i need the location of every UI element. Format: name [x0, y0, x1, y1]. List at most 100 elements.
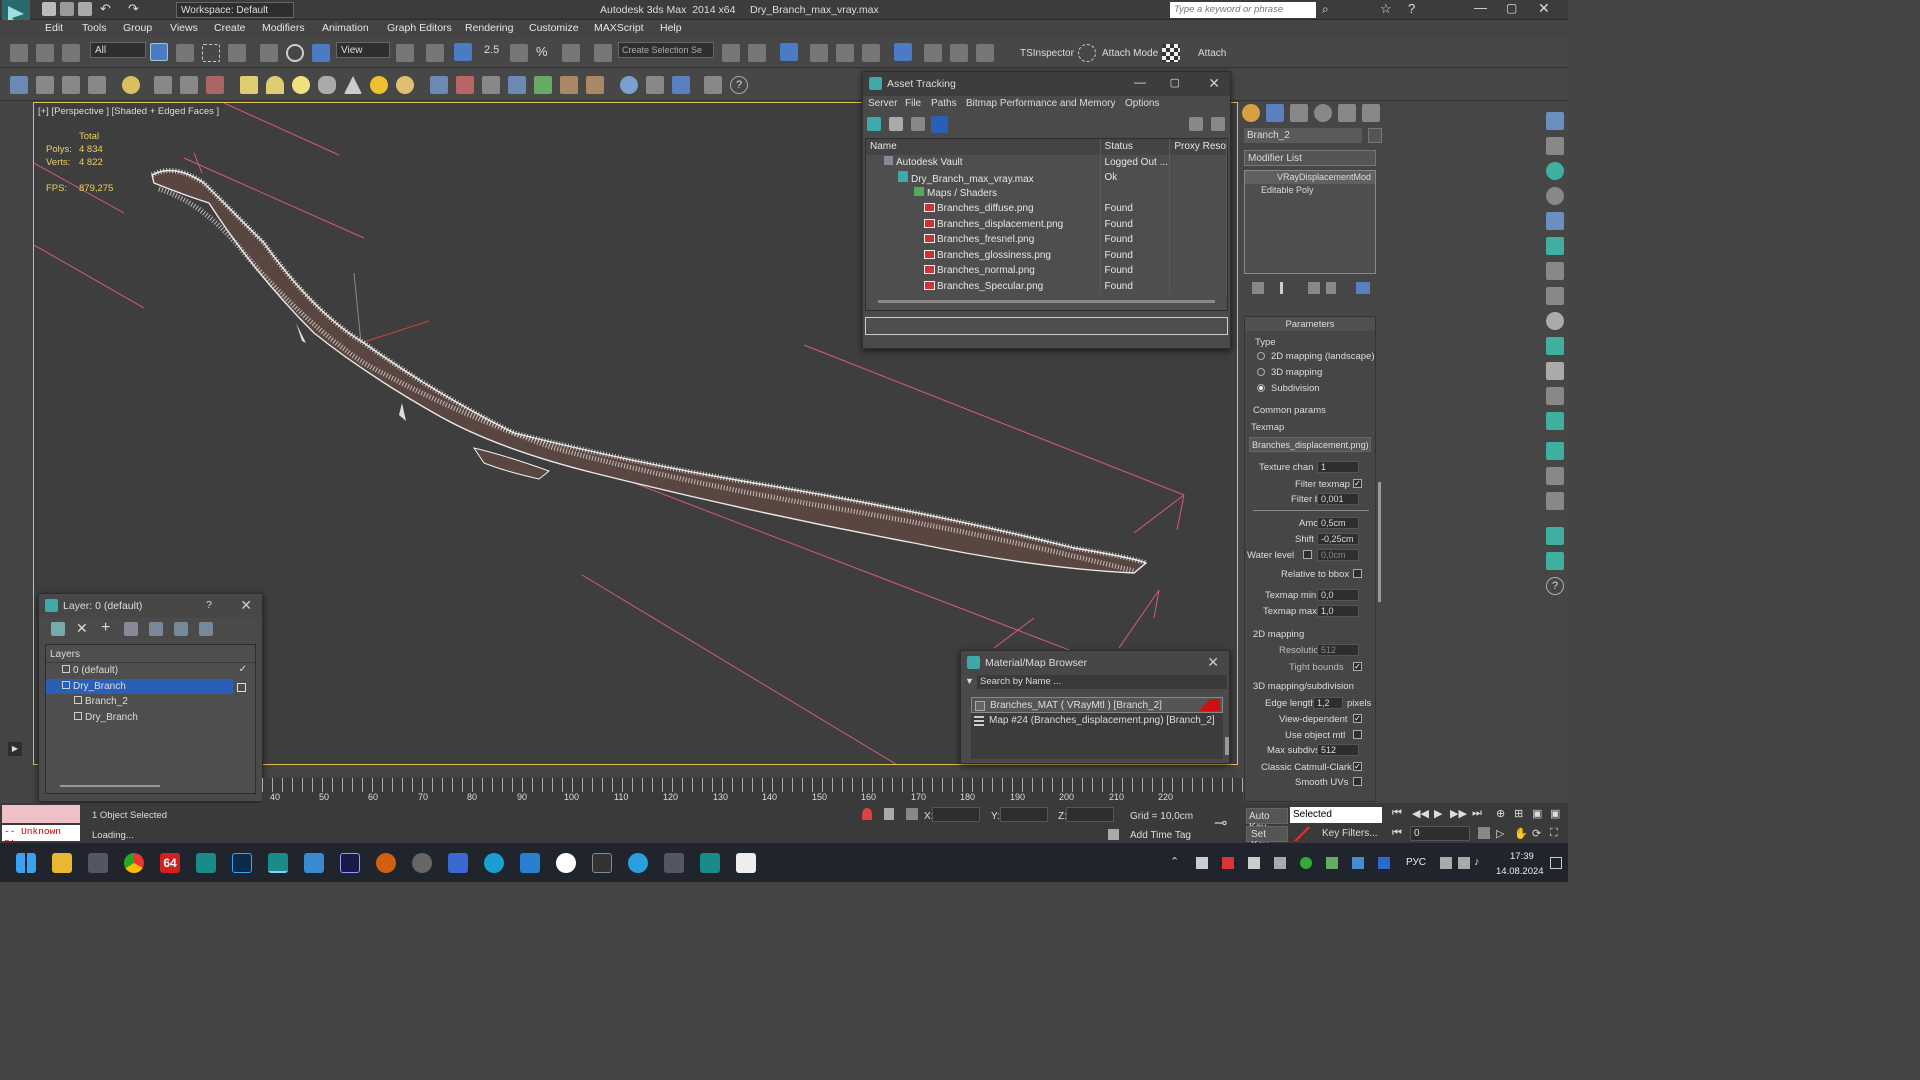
layer-hscrollbar[interactable]: [60, 785, 160, 787]
texmap-min-spinner[interactable]: 0,0: [1317, 589, 1359, 601]
lock-icon[interactable]: [884, 808, 894, 820]
binoculars-icon[interactable]: ⌕: [1322, 2, 1329, 17]
photoshop-icon[interactable]: [232, 853, 252, 873]
tray-display-icon[interactable]: [1440, 857, 1452, 869]
tray-red-icon[interactable]: [1222, 857, 1234, 869]
pan-icon[interactable]: ✋: [1514, 827, 1528, 840]
task-view-icon[interactable]: [88, 853, 108, 873]
tray-green-icon[interactable]: [1300, 857, 1312, 869]
set-key-icon[interactable]: [1294, 827, 1310, 841]
strip-tool-2-icon[interactable]: [1546, 137, 1564, 155]
toolbar2-tool-6-icon[interactable]: [154, 76, 172, 94]
link-icon[interactable]: [10, 44, 28, 62]
utilities-tab-icon[interactable]: [1362, 104, 1380, 122]
menu-edit[interactable]: Edit: [45, 22, 63, 34]
table-row[interactable]: Branches_Specular.png Found: [866, 278, 1227, 294]
tray-language[interactable]: РУС: [1406, 857, 1426, 868]
tsinspector-label[interactable]: TSInspector: [1020, 48, 1074, 59]
select-object-icon[interactable]: [150, 43, 168, 61]
notification-icon[interactable]: [1550, 857, 1562, 869]
list-item[interactable]: Map #24 (Branches_displacement.png) [Bra…: [971, 713, 1223, 729]
asset-tracking-titlebar[interactable]: Asset Tracking — ▢ ✕: [863, 72, 1230, 96]
layer-hide-icon[interactable]: [174, 622, 188, 636]
tray-volume-icon[interactable]: ♪: [1474, 856, 1480, 868]
use-object-mtl-checkbox[interactable]: [1353, 730, 1362, 739]
active-check-icon[interactable]: ✓: [239, 664, 247, 675]
maxscript-listener-output[interactable]: -- Unknown p:: [2, 825, 80, 848]
table-row[interactable]: Dry_Branch_max_vray.max Ok: [866, 170, 1227, 186]
strip-tool-7-icon[interactable]: [1546, 262, 1564, 280]
window-crossing-icon[interactable]: [228, 44, 246, 62]
stack-unique-icon[interactable]: [1308, 282, 1320, 294]
layer-help-icon[interactable]: ?: [206, 599, 212, 611]
percent-snap-icon[interactable]: %: [536, 44, 548, 59]
mat-vscrollbar[interactable]: [1225, 737, 1229, 755]
at-menu-paths[interactable]: Paths: [931, 98, 957, 109]
after-effects-icon[interactable]: [340, 853, 360, 873]
strip-tool-4-icon[interactable]: [1546, 187, 1564, 205]
object-name-field[interactable]: Branch_2: [1244, 128, 1362, 143]
filter-blur-spinner[interactable]: 0,001: [1317, 493, 1359, 505]
render-frame-icon[interactable]: [950, 44, 968, 62]
layer-manager-icon[interactable]: [780, 43, 798, 61]
calculator-icon[interactable]: [664, 853, 684, 873]
toolbar2-tool-3-icon[interactable]: [62, 76, 80, 94]
sun-icon[interactable]: [370, 76, 388, 94]
select-by-name-icon[interactable]: [176, 44, 194, 62]
vray-sphere-light-icon[interactable]: [292, 76, 310, 94]
toolbar2-tool-16-icon[interactable]: [456, 76, 474, 94]
display-tab-icon[interactable]: [1338, 104, 1356, 122]
select-manipulate-icon[interactable]: [426, 44, 444, 62]
layer-delete-icon[interactable]: ✕: [76, 620, 88, 637]
resolution-spinner[interactable]: 512: [1317, 644, 1359, 656]
ref-coord-dropdown[interactable]: View: [336, 42, 390, 58]
3dsmax-active-icon[interactable]: [268, 853, 288, 873]
strip-tool-1-icon[interactable]: [1546, 112, 1564, 130]
workspace-dropdown[interactable]: Workspace: Default: [176, 2, 294, 18]
edge-length-spinner[interactable]: 1,2: [1313, 697, 1343, 709]
object-color-swatch[interactable]: [1368, 128, 1382, 143]
layer-list-header[interactable]: Layers: [46, 645, 255, 663]
strip-tool-14-icon[interactable]: [1546, 442, 1564, 460]
attach-mode-label[interactable]: Attach Mode: [1102, 48, 1158, 59]
graphite-icon[interactable]: [810, 44, 828, 62]
layer-add-icon[interactable]: +: [101, 619, 110, 637]
type-2d-radio[interactable]: [1257, 352, 1265, 360]
play-icon[interactable]: ▶: [1434, 807, 1442, 820]
menu-customize[interactable]: Customize: [529, 22, 579, 34]
layer-highlight-icon[interactable]: [149, 622, 163, 636]
light-bulb-icon[interactable]: [122, 76, 140, 94]
material-editor-icon[interactable]: [894, 43, 912, 61]
help-search-input[interactable]: Type a keyword or phrase: [1170, 2, 1316, 18]
at-hscrollbar[interactable]: [878, 300, 1215, 303]
edge-icon[interactable]: [484, 853, 504, 873]
tray-bluetooth-icon[interactable]: [1378, 857, 1390, 869]
modify-tab-icon[interactable]: [1266, 104, 1284, 122]
fur-icon[interactable]: [534, 76, 552, 94]
goto-end-icon[interactable]: ⏭: [1472, 807, 1482, 820]
table-row[interactable]: Branches_diffuse.png Found: [866, 201, 1227, 217]
menu-maxscript[interactable]: MAXScript: [594, 22, 644, 34]
redo-icon[interactable]: ↷: [128, 1, 139, 17]
snap-toggle-icon[interactable]: 2.5: [484, 44, 499, 56]
texmap-button[interactable]: Branches_displacement.png): [1249, 437, 1371, 452]
tray-wifi-icon[interactable]: [1458, 857, 1470, 869]
strip-tool-15-icon[interactable]: [1546, 467, 1564, 485]
scale-icon[interactable]: [312, 44, 330, 62]
list-item[interactable]: Dry_Branch: [46, 710, 255, 726]
close-icon[interactable]: ✕: [1538, 0, 1550, 17]
angle-snap-icon[interactable]: [510, 44, 528, 62]
yandex-icon[interactable]: [556, 853, 576, 873]
stack-config-icon[interactable]: [1356, 282, 1370, 294]
menu-animation[interactable]: Animation: [322, 22, 369, 34]
strip-tool-16-icon[interactable]: [1546, 492, 1564, 510]
unlink-icon[interactable]: [36, 44, 54, 62]
telegram-icon[interactable]: [628, 853, 648, 873]
mat-options-chevron-icon[interactable]: ▼: [965, 676, 974, 686]
strip-tool-8-icon[interactable]: [1546, 287, 1564, 305]
render-icon[interactable]: [976, 44, 994, 62]
prev-frame-icon[interactable]: ◀◀: [1412, 807, 1429, 820]
toolbar2-tool-7-icon[interactable]: [180, 76, 198, 94]
table-row[interactable]: Branches_fresnel.png Found: [866, 232, 1227, 248]
view-dependent-checkbox[interactable]: ✓: [1353, 714, 1362, 723]
